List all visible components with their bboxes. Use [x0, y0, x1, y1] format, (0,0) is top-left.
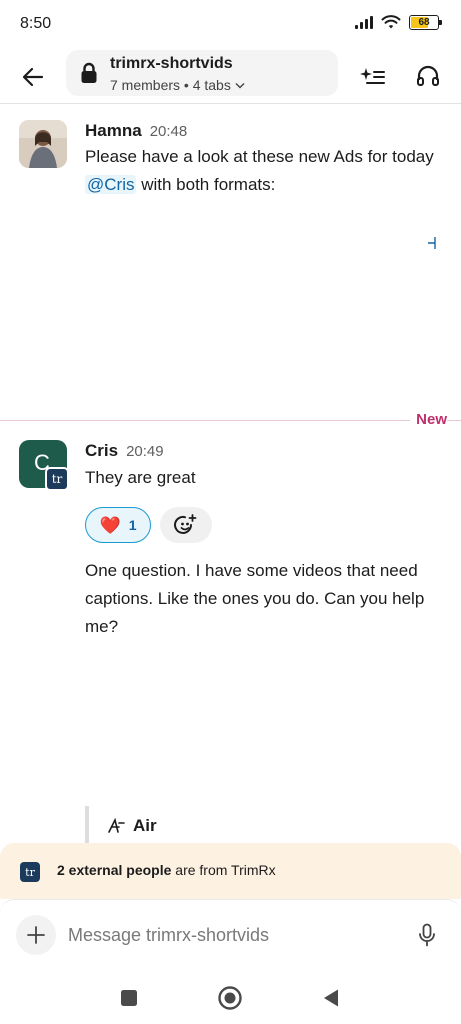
- battery-icon: 68: [409, 14, 442, 30]
- avatar[interactable]: C tr: [19, 440, 69, 491]
- avatar-photo: [19, 120, 67, 168]
- square-icon: [121, 990, 137, 1006]
- system-back-button[interactable]: [316, 983, 346, 1013]
- channel-header: trimrx-shortvids 7 members • 4 tabs: [0, 50, 461, 104]
- status-time: 8:50: [20, 15, 52, 32]
- org-badge: tr: [45, 467, 69, 491]
- voice-record-button[interactable]: [414, 922, 440, 948]
- sender-name[interactable]: Hamna: [85, 121, 142, 141]
- message-text: They are great: [85, 468, 196, 487]
- recents-button[interactable]: [114, 983, 144, 1013]
- cursor-mark-icon: [428, 237, 436, 249]
- new-messages-divider: [0, 420, 461, 421]
- triangle-back-icon: [324, 989, 338, 1007]
- external-people-count: 2 external people: [57, 862, 172, 878]
- heart-emoji: ❤️: [99, 515, 121, 535]
- message-header: Hamna 20:48: [85, 121, 187, 141]
- back-arrow-icon: [22, 67, 44, 87]
- new-messages-label: New: [410, 411, 447, 428]
- reaction-heart[interactable]: ❤️ 1: [85, 507, 151, 543]
- chevron-down-icon: [235, 82, 245, 88]
- attachment-preview[interactable]: Air: [85, 806, 445, 846]
- channel-meta-text: 7 members • 4 tabs: [110, 77, 231, 93]
- wifi-icon: [381, 15, 401, 29]
- org-logo: tr: [20, 862, 40, 882]
- message-header: Cris 20:49: [85, 441, 164, 461]
- channel-meta: 7 members • 4 tabs: [110, 77, 245, 93]
- ai-summary-icon: [360, 68, 385, 84]
- attachment-title: Air: [133, 816, 157, 835]
- reaction-count: 1: [128, 517, 137, 533]
- air-logo-icon: [108, 818, 125, 833]
- battery-level: 68: [418, 16, 430, 28]
- message-text-start: Please have a look at these new Ads for …: [85, 147, 434, 166]
- headphones-icon: [417, 65, 439, 86]
- user-mention[interactable]: @Cris: [85, 175, 137, 194]
- lock-icon: [81, 62, 97, 83]
- home-circle-icon: [218, 986, 242, 1010]
- external-people-banner[interactable]: tr 2 external people are from TrimRx: [0, 843, 461, 899]
- message-composer: [0, 899, 461, 971]
- add-emoji-icon: [174, 514, 197, 534]
- channel-name: trimrx-shortvids: [110, 55, 233, 72]
- back-button[interactable]: [18, 62, 48, 92]
- microphone-icon: [419, 923, 435, 947]
- message-text: Please have a look at these new Ads for …: [85, 143, 435, 199]
- status-bar: 8:50 68: [0, 0, 461, 50]
- external-people-org: are from TrimRx: [171, 862, 276, 878]
- message-time: 20:49: [126, 443, 164, 460]
- status-icons: 68: [355, 14, 442, 30]
- message-input[interactable]: [68, 920, 388, 950]
- plus-icon: [27, 926, 45, 944]
- avatar[interactable]: [19, 120, 67, 168]
- message-followup-text: One question. I have some videos that ne…: [85, 561, 425, 636]
- system-nav-bar: [0, 971, 461, 1024]
- ai-summary-button[interactable]: [358, 62, 386, 90]
- message-time: 20:48: [149, 123, 188, 140]
- external-people-text: 2 external people are from TrimRx: [57, 862, 276, 878]
- sender-name[interactable]: Cris: [85, 441, 118, 461]
- signal-icon: [355, 15, 373, 29]
- huddle-button[interactable]: [414, 62, 442, 90]
- message-text-end: with both formats:: [136, 175, 276, 194]
- add-reaction-button[interactable]: [160, 507, 212, 543]
- channel-info-button[interactable]: trimrx-shortvids 7 members • 4 tabs: [66, 50, 338, 96]
- home-button[interactable]: [215, 983, 245, 1013]
- attachment-label: Air: [107, 816, 157, 836]
- attach-button[interactable]: [16, 915, 56, 955]
